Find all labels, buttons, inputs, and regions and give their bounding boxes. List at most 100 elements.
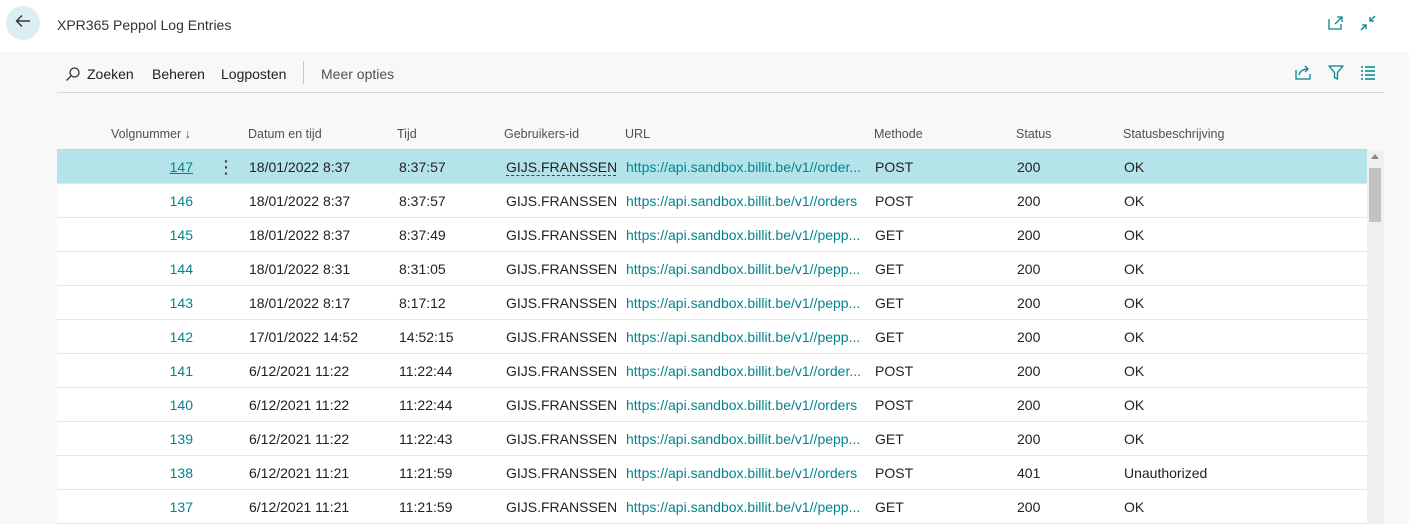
post-log-label: Logposten	[221, 66, 287, 82]
table-row[interactable]: 145 18/01/2022 8:37 8:37:49 GIJS.FRANSSENS h…	[57, 218, 1367, 252]
row-number-link[interactable]: 140	[117, 397, 193, 413]
grid-rows: 147 18/01/2022 8:37 8:37:57 GIJS.FRANSSENS h…	[57, 150, 1367, 524]
table-row[interactable]: 140 6/12/2021 11:22 11:22:44 GIJS.FRANSSENS…	[57, 388, 1367, 422]
row-method: POST	[875, 465, 914, 481]
manage-button[interactable]: Beheren	[152, 66, 205, 82]
share-button[interactable]	[1293, 64, 1313, 84]
row-status: 200	[1017, 363, 1041, 379]
more-options-button[interactable]: Meer opties	[321, 66, 394, 82]
column-header-method[interactable]: Methode	[874, 127, 923, 141]
row-time: 8:31:05	[399, 261, 446, 277]
table-row[interactable]: 139 6/12/2021 11:22 11:22:43 GIJS.FRANSSENS…	[57, 422, 1367, 456]
column-header-number-label: Volgnummer	[111, 127, 182, 141]
row-status: 200	[1017, 193, 1041, 209]
title-bar: XPR365 Peppol Log Entries	[0, 0, 1409, 52]
row-status: 401	[1017, 465, 1041, 481]
open-in-new-window-button[interactable]	[1324, 14, 1346, 36]
row-url-link[interactable]: https://api.sandbox.billit.be/v1//pepp..…	[626, 227, 870, 243]
table-row[interactable]: 143 18/01/2022 8:17 8:17:12 GIJS.FRANSSENS h…	[57, 286, 1367, 320]
column-header-number[interactable]: Volgnummer ↓	[111, 127, 191, 141]
row-time: 11:22:44	[399, 397, 453, 413]
scrollbar-thumb[interactable]	[1369, 168, 1381, 222]
row-datetime: 18/01/2022 8:37	[249, 227, 351, 243]
row-datetime: 18/01/2022 8:17	[249, 295, 351, 311]
sort-descending-icon: ↓	[184, 127, 191, 141]
list-view-button[interactable]	[1358, 64, 1378, 84]
back-button[interactable]	[6, 6, 40, 40]
row-user-id: GIJS.FRANSSENS	[506, 261, 616, 277]
column-header-user[interactable]: Gebruikers-id	[504, 127, 579, 141]
row-number-link[interactable]: 143	[117, 295, 193, 311]
table-row[interactable]: 144 18/01/2022 8:31 8:31:05 GIJS.FRANSSENS h…	[57, 252, 1367, 286]
row-user-id: GIJS.FRANSSENS	[506, 465, 616, 481]
table-row[interactable]: 142 17/01/2022 14:52 14:52:15 GIJS.FRANSSEN…	[57, 320, 1367, 354]
list-view-icon	[1359, 63, 1377, 86]
row-user-id: GIJS.FRANSSENS	[506, 295, 616, 311]
table-row[interactable]: 146 18/01/2022 8:37 8:37:57 GIJS.FRANSSENS h…	[57, 184, 1367, 218]
row-method: GET	[875, 431, 904, 447]
post-log-button[interactable]: Logposten	[221, 66, 286, 82]
row-url-link[interactable]: https://api.sandbox.billit.be/v1//order.…	[626, 363, 870, 379]
row-method: GET	[875, 329, 904, 345]
row-url-link[interactable]: https://api.sandbox.billit.be/v1//pepp..…	[626, 329, 870, 345]
table-row[interactable]: 147 18/01/2022 8:37 8:37:57 GIJS.FRANSSENS h…	[57, 150, 1367, 184]
row-number-link[interactable]: 141	[117, 363, 193, 379]
row-url-link[interactable]: https://api.sandbox.billit.be/v1//orders	[626, 397, 870, 413]
collapse-icon	[1359, 14, 1377, 37]
row-status-description: OK	[1124, 159, 1145, 175]
row-number-link[interactable]: 139	[117, 431, 193, 447]
row-datetime: 18/01/2022 8:37	[249, 193, 351, 209]
row-time: 11:22:43	[399, 431, 453, 447]
share-icon	[1294, 63, 1312, 86]
row-url-link[interactable]: https://api.sandbox.billit.be/v1//orders	[626, 193, 870, 209]
action-separator	[303, 61, 304, 84]
row-method: POST	[875, 363, 914, 379]
row-number-link[interactable]: 137	[117, 499, 193, 515]
row-method: POST	[875, 159, 914, 175]
filter-button[interactable]	[1326, 64, 1346, 84]
row-method: GET	[875, 295, 904, 311]
column-header-status[interactable]: Status	[1016, 127, 1051, 141]
row-time: 14:52:15	[399, 329, 454, 345]
row-time: 8:37:57	[399, 159, 446, 175]
search-button[interactable]: Zoeken	[65, 66, 134, 82]
row-url-link[interactable]: https://api.sandbox.billit.be/v1//pepp..…	[626, 499, 870, 515]
row-url-link[interactable]: https://api.sandbox.billit.be/v1//pepp..…	[626, 295, 870, 311]
vertical-scrollbar[interactable]	[1367, 150, 1384, 524]
row-number-link[interactable]: 142	[117, 329, 193, 345]
column-header-time[interactable]: Tijd	[397, 127, 417, 141]
row-status-description: OK	[1124, 227, 1145, 243]
row-number-link[interactable]: 144	[117, 261, 193, 277]
row-user-id: GIJS.FRANSSENS	[506, 159, 616, 176]
row-time: 11:21:59	[399, 499, 453, 515]
row-url-link[interactable]: https://api.sandbox.billit.be/v1//order.…	[626, 159, 870, 175]
row-url-link[interactable]: https://api.sandbox.billit.be/v1//orders	[626, 465, 870, 481]
row-user-id: GIJS.FRANSSENS	[506, 363, 616, 379]
row-url-link[interactable]: https://api.sandbox.billit.be/v1//pepp..…	[626, 261, 870, 277]
table-row[interactable]: 141 6/12/2021 11:22 11:22:44 GIJS.FRANSSENS…	[57, 354, 1367, 388]
table-row[interactable]: 138 6/12/2021 11:21 11:21:59 GIJS.FRANSSENS…	[57, 456, 1367, 490]
arrow-left-icon	[14, 12, 32, 35]
row-datetime: 18/01/2022 8:37	[249, 159, 351, 175]
row-url-link[interactable]: https://api.sandbox.billit.be/v1//pepp..…	[626, 431, 870, 447]
column-header-status-description[interactable]: Statusbeschrijving	[1123, 127, 1224, 141]
row-number-link[interactable]: 146	[117, 193, 193, 209]
row-user-id: GIJS.FRANSSENS	[506, 227, 616, 243]
row-status: 200	[1017, 329, 1041, 345]
column-header-datetime[interactable]: Datum en tijd	[248, 127, 322, 141]
row-number-link[interactable]: 145	[117, 227, 193, 243]
row-time: 8:37:57	[399, 193, 446, 209]
row-number-link[interactable]: 138	[117, 465, 193, 481]
more-vertical-icon[interactable]: ⋮	[217, 156, 233, 178]
collapse-button[interactable]	[1357, 14, 1379, 36]
row-method: POST	[875, 397, 914, 413]
search-label: Zoeken	[87, 66, 134, 82]
more-options-label: Meer opties	[321, 66, 395, 82]
column-header-url[interactable]: URL	[625, 127, 650, 141]
row-datetime: 6/12/2021 11:22	[249, 397, 350, 413]
row-status-description: OK	[1124, 193, 1145, 209]
table-row[interactable]: 137 6/12/2021 11:21 11:21:59 GIJS.FRANSSENS…	[57, 490, 1367, 524]
scroll-up-icon[interactable]	[1371, 154, 1379, 159]
row-number-link[interactable]: 147	[117, 159, 193, 175]
row-status-description: OK	[1124, 261, 1145, 277]
